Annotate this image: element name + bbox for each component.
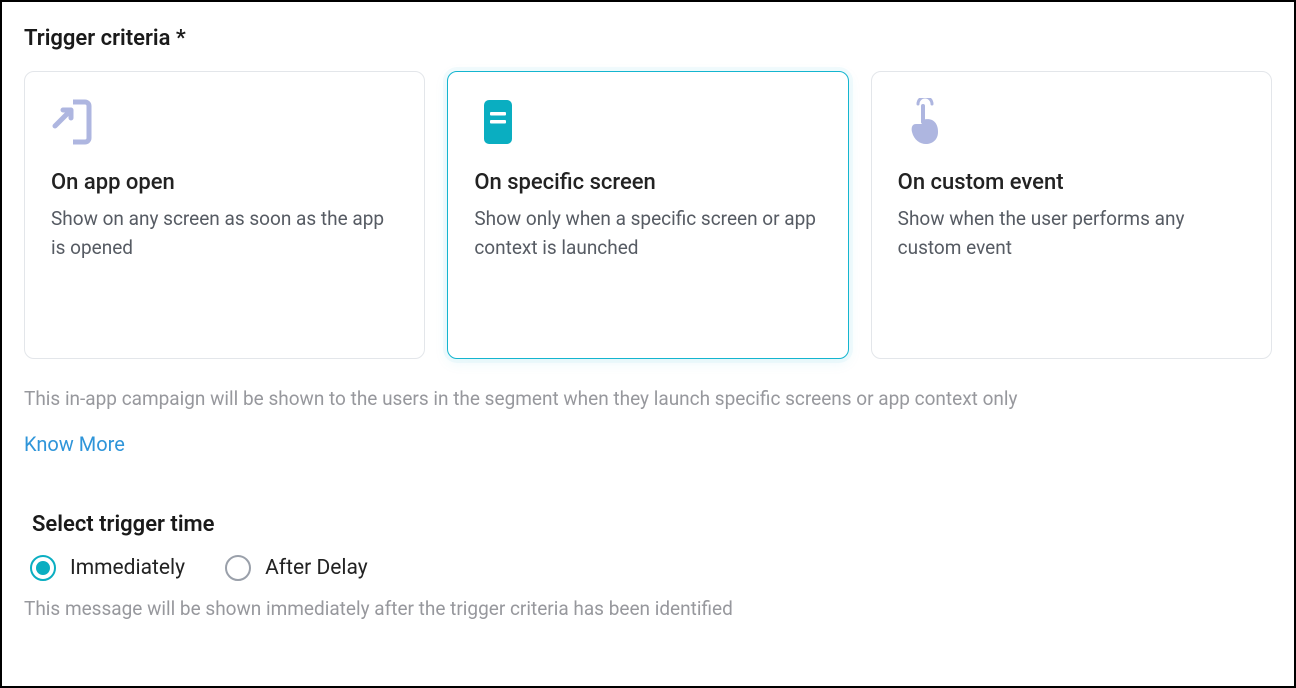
card-on-app-open[interactable]: On app open Show on any screen as soon a… (24, 71, 425, 359)
radio-after-delay[interactable]: After Delay (225, 555, 368, 581)
trigger-criteria-title: Trigger criteria * (24, 26, 1272, 51)
specific-screen-icon (474, 98, 522, 146)
radio-label: After Delay (265, 556, 368, 580)
card-title: On app open (51, 170, 398, 195)
card-on-custom-event[interactable]: On custom event Show when the user perfo… (871, 71, 1272, 359)
card-desc: Show only when a specific screen or app … (474, 205, 821, 262)
radio-circle-icon (225, 555, 251, 581)
custom-event-icon (898, 98, 946, 146)
trigger-time-radio-group: Immediately After Delay (30, 555, 1272, 581)
trigger-hint-text: This in-app campaign will be shown to th… (24, 387, 1272, 410)
trigger-cards-row: On app open Show on any screen as soon a… (24, 71, 1272, 359)
radio-circle-icon (30, 555, 56, 581)
app-open-icon (51, 98, 99, 146)
radio-label: Immediately (70, 556, 185, 580)
trigger-time-hint: This message will be shown immediately a… (24, 597, 1272, 620)
card-desc: Show when the user performs any custom e… (898, 205, 1245, 262)
card-title: On custom event (898, 170, 1245, 195)
card-title: On specific screen (474, 170, 821, 195)
radio-immediately[interactable]: Immediately (30, 555, 185, 581)
select-trigger-time-title: Select trigger time (32, 512, 1272, 537)
card-on-specific-screen[interactable]: On specific screen Show only when a spec… (447, 71, 848, 359)
card-desc: Show on any screen as soon as the app is… (51, 205, 398, 262)
know-more-link[interactable]: Know More (24, 432, 125, 456)
